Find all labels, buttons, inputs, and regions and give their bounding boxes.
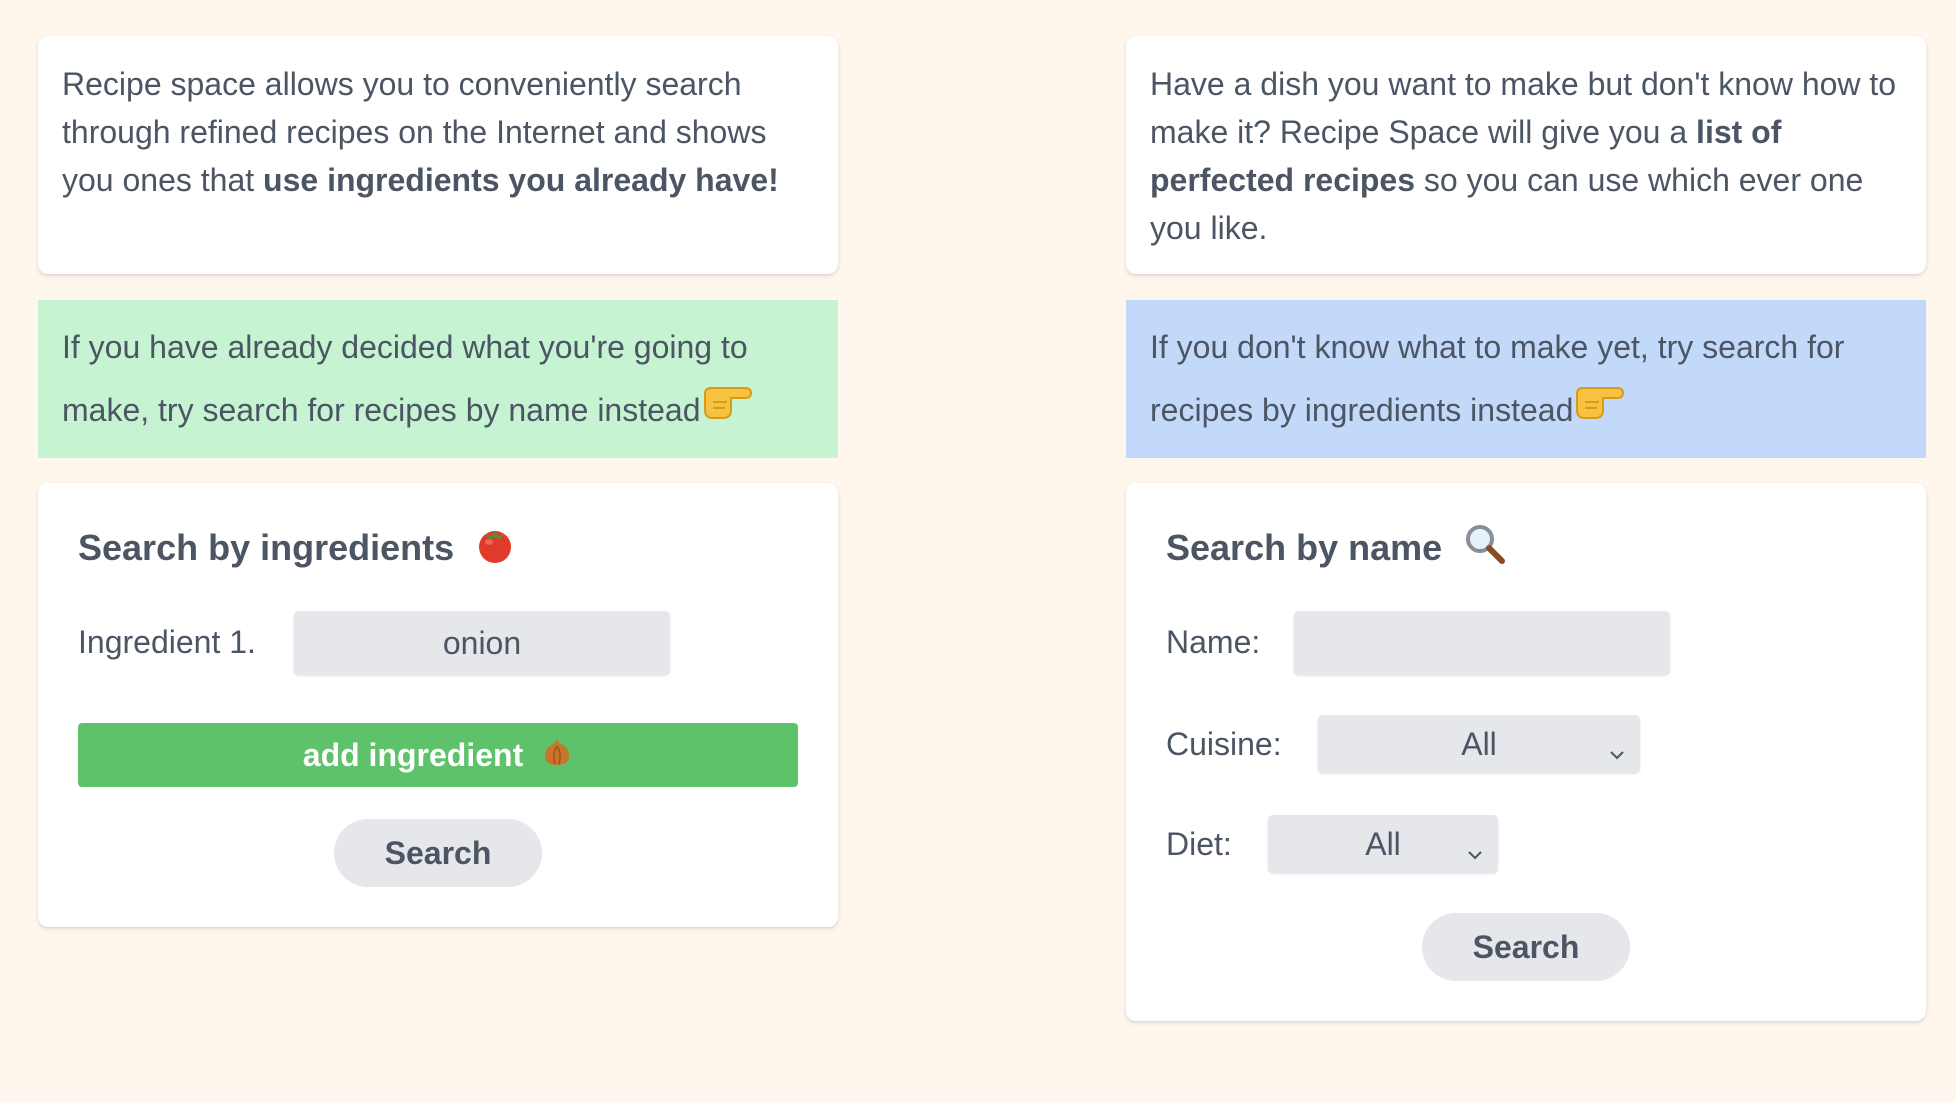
search-by-name-tip: If you have already decided what you're … [38,300,838,458]
ingredients-intro-highlight: use ingredients you already have! [263,162,779,198]
cuisine-label: Cuisine: [1166,726,1282,762]
name-label: Name: [1166,624,1261,660]
search-by-name-tip-text: If you have already decided what you're … [62,329,748,428]
name-intro-card: Have a dish you want to make but don't k… [1126,36,1926,274]
search-by-name-title: Search by name [1166,523,1508,573]
diet-label: Diet: [1166,826,1232,862]
chevron-down-icon [1608,735,1626,772]
pointing-hand-icon [1573,380,1625,445]
cuisine-select-value: All [1461,725,1497,762]
search-by-name-title-text: Search by name [1166,527,1443,568]
ingredient-1-label: Ingredient 1. [78,624,256,660]
chevron-down-icon [1466,835,1484,872]
search-by-ingredients-tip: If you don't know what to make yet, try … [1126,300,1926,458]
tomato-icon [474,523,516,574]
search-by-name-card: Search by name Name: Cuisine: All Diet: … [1126,483,1926,1021]
search-by-ingredients-title: Search by ingredients [78,523,516,573]
name-input[interactable] [1294,611,1670,675]
ingredient-1-input[interactable] [294,611,670,675]
search-by-ingredients-card: Search by ingredients Ingredient 1. add … [38,483,838,927]
add-ingredient-label: add ingredient [302,736,524,773]
cuisine-select[interactable]: All [1318,715,1640,773]
magnifier-icon [1462,521,1508,576]
pointing-hand-icon [701,380,753,445]
name-intro-text: Have a dish you want to make but don't k… [1150,66,1897,150]
diet-select-value: All [1365,825,1401,862]
ingredients-intro-card: Recipe space allows you to conveniently … [38,36,838,274]
name-search-button[interactable]: Search [1422,913,1630,981]
add-ingredient-button[interactable]: add ingredient [78,723,798,787]
diet-select[interactable]: All [1268,815,1498,873]
onion-icon [541,734,573,776]
search-by-ingredients-title-text: Search by ingredients [78,527,455,568]
search-by-ingredients-tip-text: If you don't know what to make yet, try … [1150,329,1845,428]
ingredients-search-button[interactable]: Search [334,819,542,887]
